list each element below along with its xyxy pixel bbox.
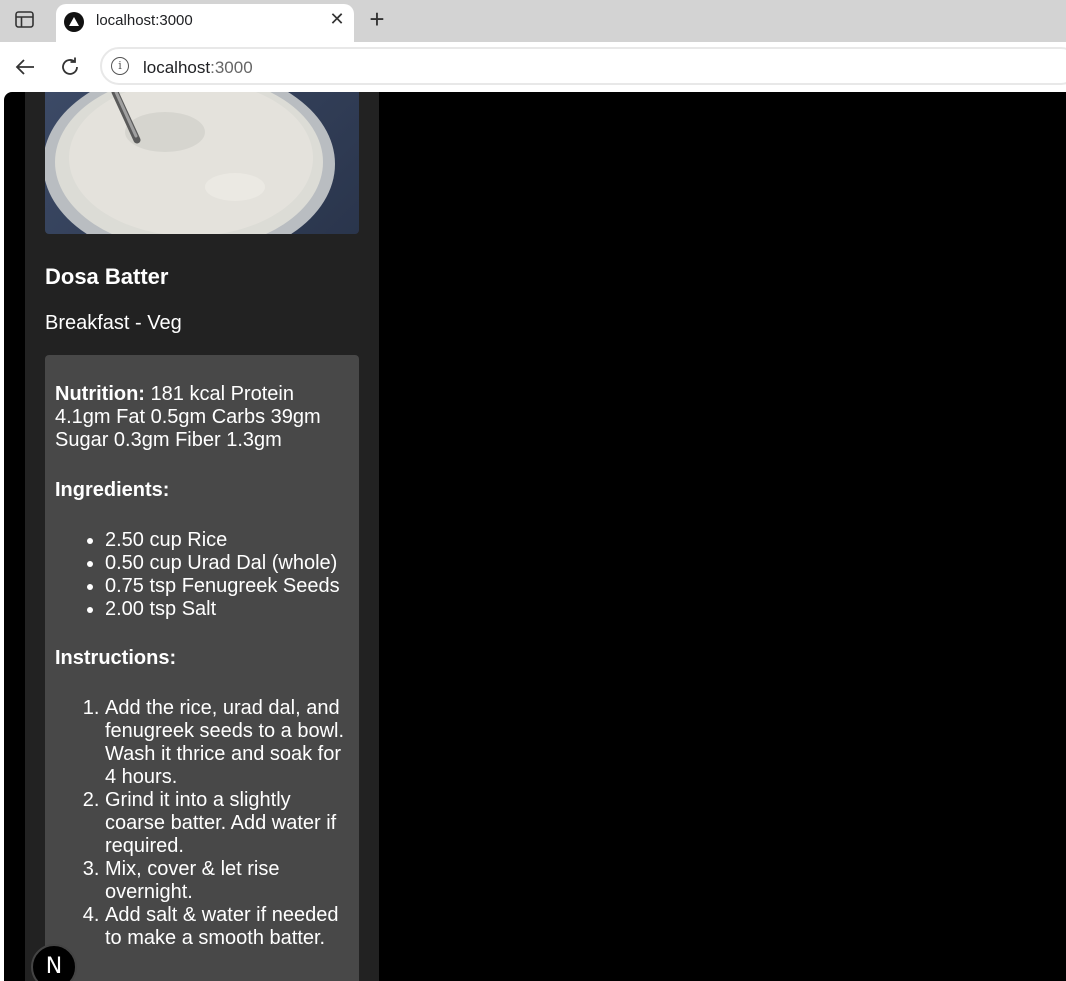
- url-text: localhost:3000: [143, 58, 253, 77]
- recipe-image: [45, 92, 359, 234]
- instruction-step: Add salt & water if needed to make a smo…: [105, 904, 349, 950]
- instruction-step: Grind it into a slightly coarse batter. …: [105, 789, 349, 858]
- page-body: Dosa Batter Breakfast - Veg Nutrition: 1…: [4, 92, 1066, 981]
- nutrition-info: Nutrition: 181 kcal Protein 4.1gm Fat 0.…: [55, 383, 349, 452]
- site-info-icon[interactable]: i: [111, 57, 129, 75]
- ingredient-item: 0.75 tsp Fenugreek Seeds: [105, 575, 349, 598]
- tab-sidebar-icon[interactable]: [14, 10, 36, 30]
- nutrition-label: Nutrition:: [55, 383, 145, 405]
- tab-title: localhost:3000: [96, 12, 193, 29]
- recipe-panel: Dosa Batter Breakfast - Veg Nutrition: 1…: [25, 92, 379, 981]
- instruction-step: Mix, cover & let rise overnight.: [105, 858, 349, 904]
- recipe-title: Dosa Batter: [45, 264, 169, 289]
- ingredients-heading: Ingredients:: [55, 479, 170, 501]
- back-arrow-icon[interactable]: [14, 56, 36, 78]
- browser-toolbar: i localhost:3000: [0, 42, 1066, 92]
- ingredient-item: 2.50 cup Rice: [105, 529, 349, 552]
- instruction-step: Add the rice, urad dal, and fenugreek se…: [105, 697, 349, 789]
- instructions-list: Add the rice, urad dal, and fenugreek se…: [55, 697, 349, 950]
- address-bar[interactable]: i localhost:3000: [100, 47, 1066, 85]
- new-tab-icon[interactable]: +: [366, 6, 388, 32]
- reload-icon[interactable]: [59, 56, 81, 78]
- ingredients-list: 2.50 cup Rice 0.50 cup Urad Dal (whole) …: [55, 529, 349, 621]
- ingredient-item: 2.00 tsp Salt: [105, 598, 349, 621]
- ingredient-item: 0.50 cup Urad Dal (whole): [105, 552, 349, 575]
- close-icon[interactable]: ✕: [328, 10, 346, 28]
- instructions-heading: Instructions:: [55, 647, 177, 669]
- browser-tab-bar: localhost:3000 ✕ +: [0, 0, 1066, 42]
- recipe-category: Breakfast - Veg: [45, 312, 182, 334]
- nextjs-favicon-icon: [64, 12, 84, 32]
- page-viewport: Dosa Batter Breakfast - Veg Nutrition: 1…: [0, 92, 1066, 981]
- recipe-details-card: Nutrition: 181 kcal Protein 4.1gm Fat 0.…: [45, 355, 359, 981]
- browser-tab[interactable]: localhost:3000 ✕: [56, 4, 354, 42]
